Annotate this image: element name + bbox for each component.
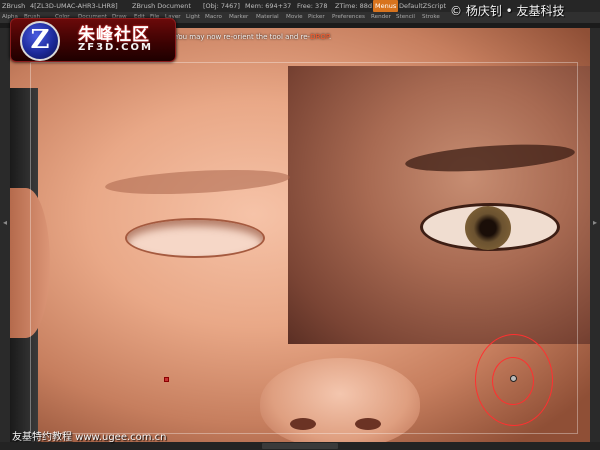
canvas-hint: You may now re-orient the tool and re-DR… bbox=[175, 33, 331, 41]
zscript-button[interactable]: DefaultZScript bbox=[399, 0, 446, 12]
document-name: ZBrush Document bbox=[132, 2, 191, 10]
left-tray[interactable]: ◂ bbox=[0, 28, 10, 442]
menu-item-movie[interactable]: Movie bbox=[286, 12, 303, 23]
build-id: 4[ZL3D-UMAC-AHR3-LHR8] bbox=[30, 2, 118, 10]
document-canvas[interactable]: You may now re-orient the tool and re-DR… bbox=[10, 28, 590, 442]
app-name: ZBrush bbox=[2, 2, 26, 10]
brush-cursor-center-icon bbox=[510, 375, 517, 382]
hint-suffix: . bbox=[329, 33, 332, 41]
bottom-tray-handle[interactable] bbox=[262, 443, 338, 449]
menu-item-macro[interactable]: Macro bbox=[205, 12, 222, 23]
logo-site-text: ZF3D.COM bbox=[78, 42, 153, 53]
menu-item-stencil[interactable]: Stencil bbox=[396, 12, 415, 23]
left-tray-arrow-icon[interactable]: ◂ bbox=[0, 218, 10, 228]
menu-item-picker[interactable]: Picker bbox=[308, 12, 325, 23]
hint-prefix: You may now re-orient the tool and re- bbox=[175, 33, 311, 41]
watermark-bottom: 友基特约教程 www.ugee.com.cn bbox=[12, 432, 167, 443]
menu-item-material[interactable]: Material bbox=[256, 12, 279, 23]
watermark-top: © 杨庆钊 • 友基科技 bbox=[450, 4, 565, 18]
object-count: [Obj: 7467] bbox=[203, 2, 240, 10]
menu-item-render[interactable]: Render bbox=[371, 12, 391, 23]
menus-button[interactable]: Menus bbox=[373, 0, 399, 12]
right-tray-arrow-icon[interactable]: ▸ bbox=[590, 218, 600, 228]
menu-item-marker[interactable]: Marker bbox=[229, 12, 248, 23]
menu-item-stroke[interactable]: Stroke bbox=[422, 12, 440, 23]
free-readout: Free: 378 bbox=[297, 2, 328, 10]
menu-item-light[interactable]: Light bbox=[186, 12, 200, 23]
right-tray[interactable]: ▸ bbox=[590, 28, 600, 442]
marker-square-icon bbox=[164, 377, 169, 382]
ztime-readout: ZTime: 88d bbox=[335, 2, 373, 10]
memory-readout: Mem: 694+37 bbox=[245, 2, 292, 10]
logo-z-icon: Z bbox=[20, 21, 60, 61]
menu-item-preferences[interactable]: Preferences bbox=[332, 12, 365, 23]
hint-drop: DROP bbox=[310, 33, 329, 41]
